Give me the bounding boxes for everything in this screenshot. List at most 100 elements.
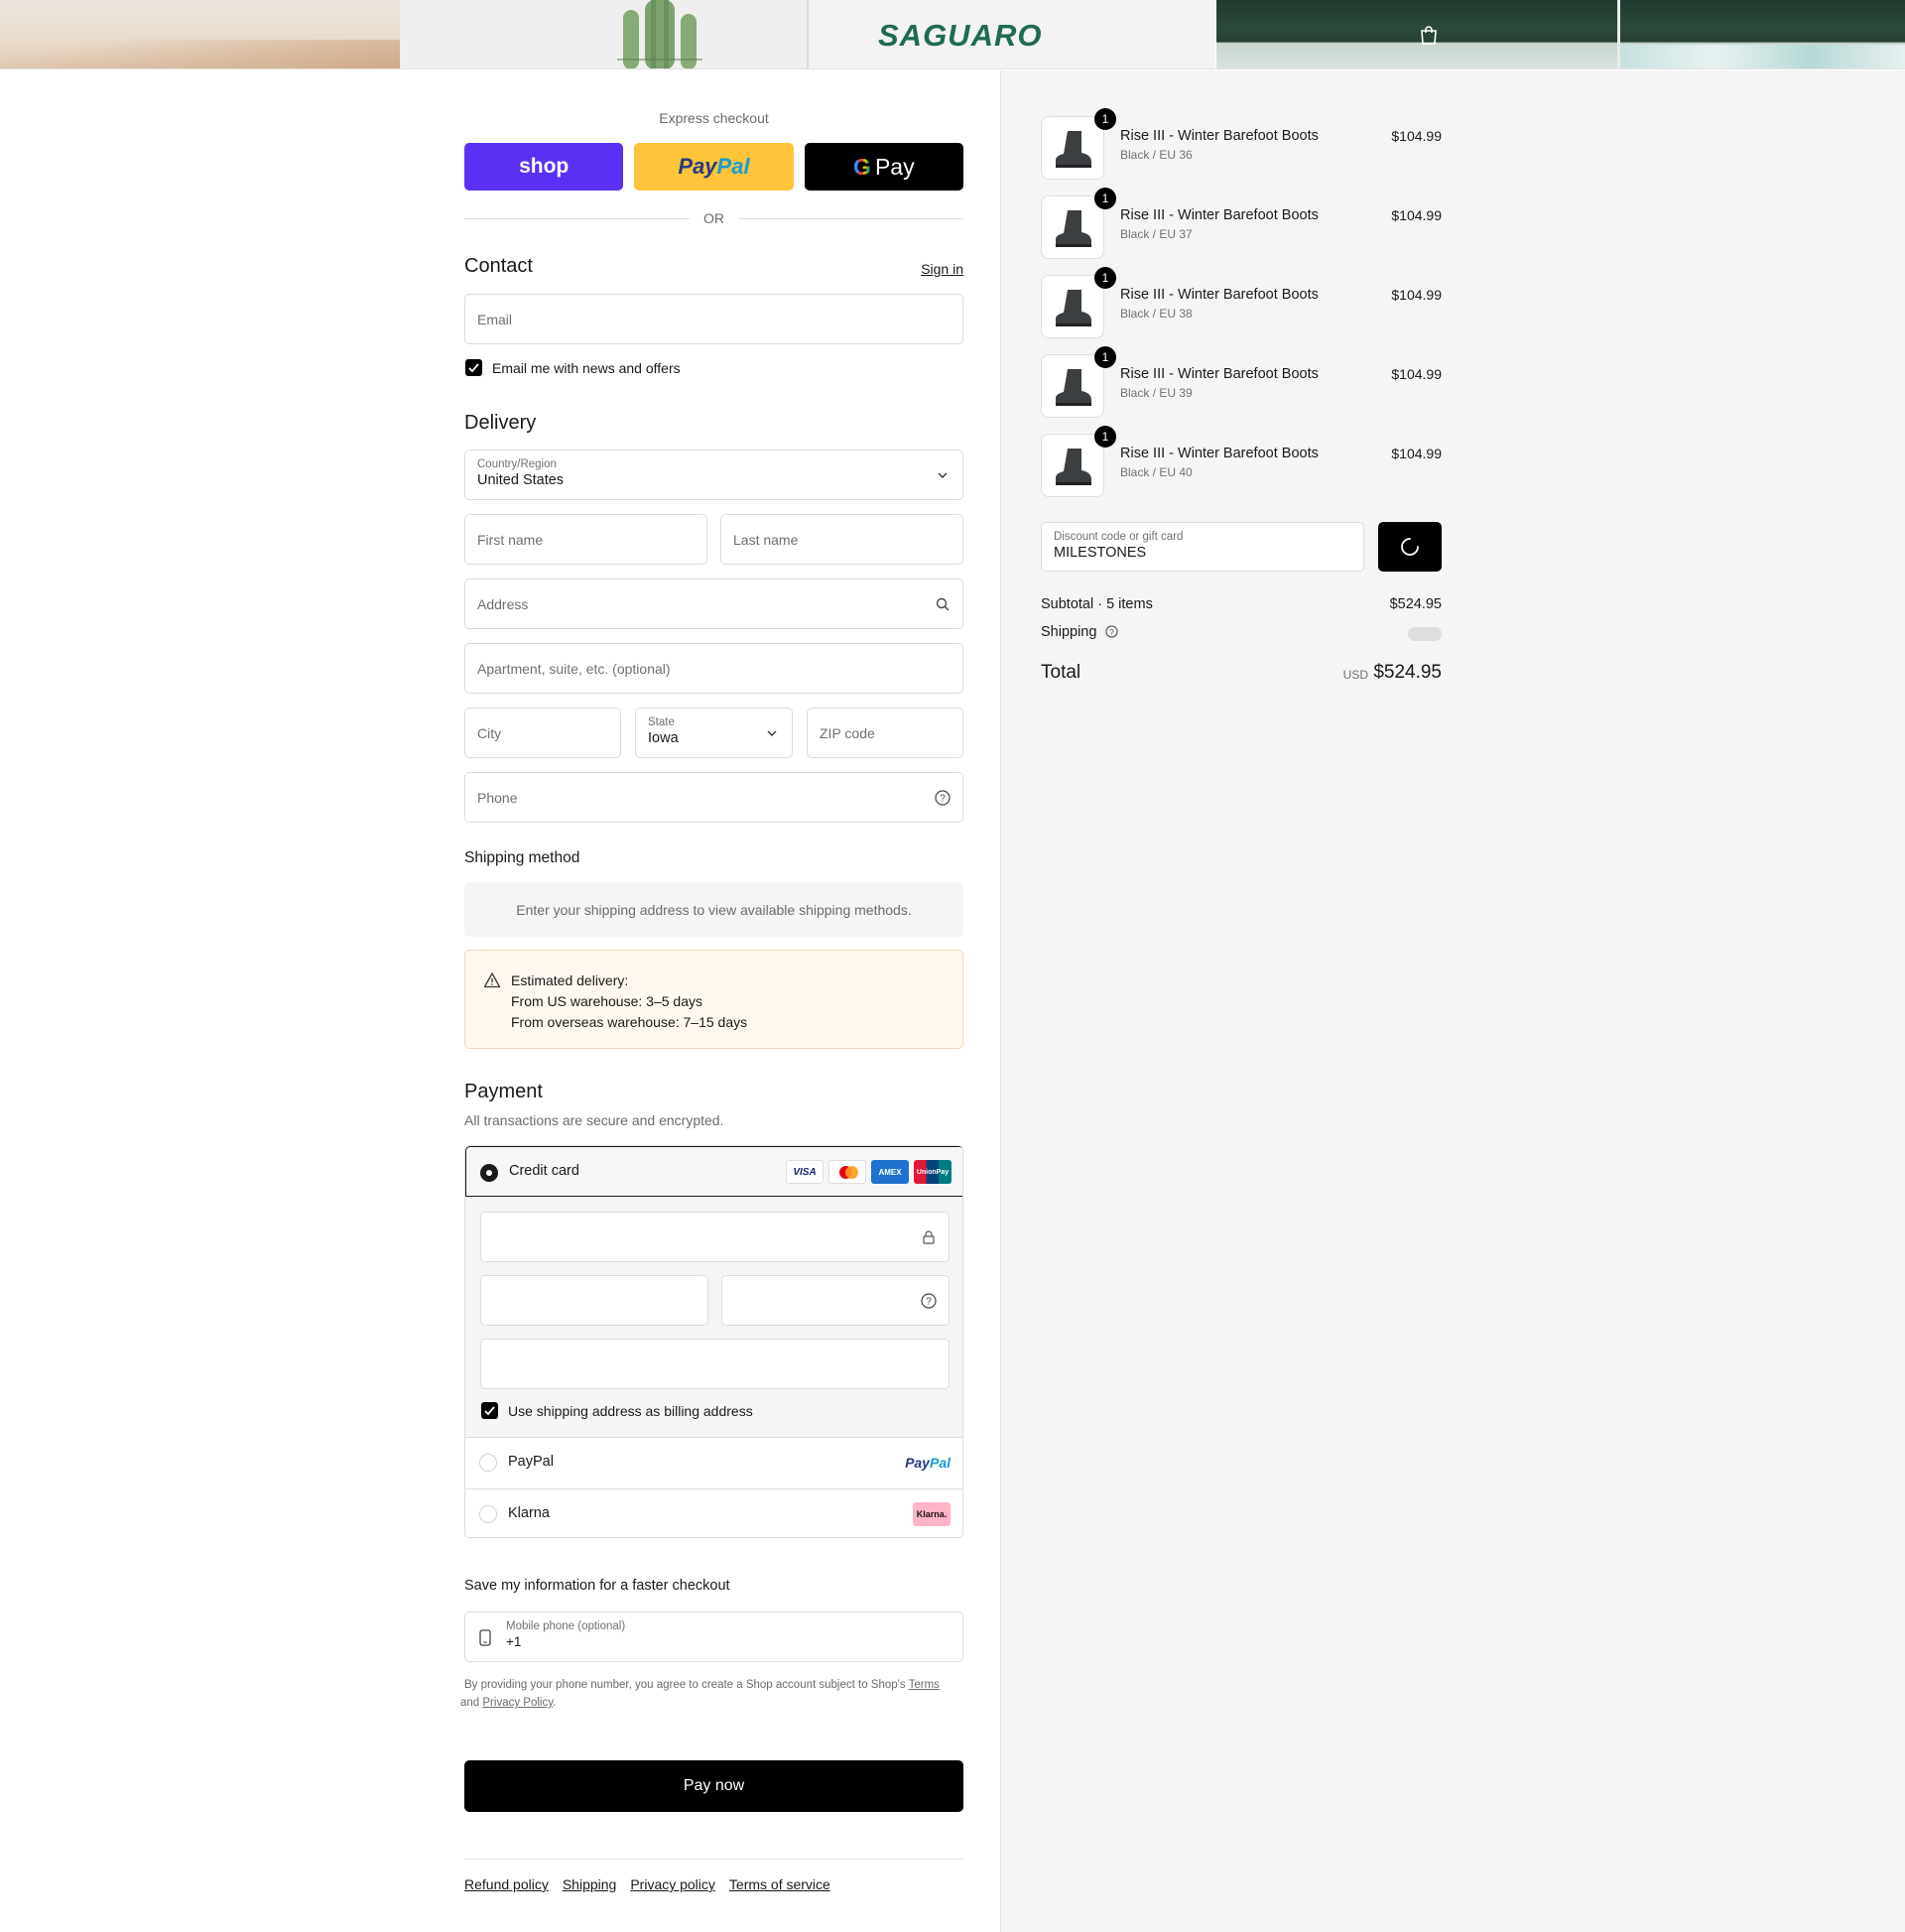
billing-address-checkbox[interactable] bbox=[481, 1402, 498, 1419]
terms-link[interactable]: Terms bbox=[909, 1679, 940, 1691]
item-price: $104.99 bbox=[1391, 128, 1442, 144]
payment-methods: Credit card VISA AMEX UnionPay ? Use shi… bbox=[464, 1145, 963, 1538]
mobile-phone-label: Mobile phone (optional) bbox=[506, 1620, 626, 1632]
shop-terms-notice: By providing your phone number, you agre… bbox=[460, 1679, 940, 1709]
paypal-label: PayPal bbox=[508, 1454, 554, 1470]
contact-heading: Contact bbox=[464, 255, 533, 277]
credit-card-radio[interactable] bbox=[480, 1164, 498, 1182]
card-number-field[interactable] bbox=[480, 1212, 950, 1262]
svg-text:?: ? bbox=[926, 1296, 932, 1307]
paypal-express-button[interactable]: Pay Pal bbox=[634, 143, 794, 191]
shipping-method-info: Enter your shipping address to view avai… bbox=[464, 882, 963, 937]
or-divider: OR bbox=[464, 209, 963, 227]
credit-card-option[interactable]: Credit card VISA AMEX UnionPay bbox=[465, 1146, 962, 1197]
klarna-radio[interactable] bbox=[479, 1505, 497, 1523]
news-checkbox[interactable] bbox=[465, 359, 482, 376]
zip-code-field[interactable]: ZIP code bbox=[807, 708, 963, 758]
pay-now-button[interactable]: Pay now bbox=[464, 1760, 963, 1812]
banner-image-sand bbox=[0, 0, 400, 68]
privacy-policy-footer-link[interactable]: Privacy policy bbox=[630, 1876, 715, 1892]
payment-heading: Payment bbox=[464, 1081, 543, 1102]
country-label: Country/Region bbox=[477, 458, 557, 470]
name-on-card-field[interactable] bbox=[480, 1339, 950, 1389]
delivery-heading: Delivery bbox=[464, 412, 537, 434]
phone-placeholder: Phone bbox=[477, 789, 518, 806]
paypal-option[interactable]: PayPal PayPal bbox=[465, 1438, 962, 1488]
last-name-field[interactable]: Last name bbox=[720, 514, 963, 565]
notice-line-2: From US warehouse: 3–5 days bbox=[511, 993, 702, 1009]
apply-discount-button[interactable] bbox=[1378, 522, 1442, 572]
item-price: $104.99 bbox=[1391, 446, 1442, 461]
credit-card-label: Credit card bbox=[509, 1163, 579, 1179]
paypal-radio[interactable] bbox=[479, 1454, 497, 1472]
klarna-option[interactable]: Klarna Klarna. bbox=[465, 1488, 962, 1537]
privacy-policy-link[interactable]: Privacy Policy bbox=[482, 1697, 553, 1709]
email-field[interactable]: Email bbox=[464, 294, 963, 344]
help-icon[interactable]: ? bbox=[935, 789, 951, 806]
card-brand-logos: VISA AMEX UnionPay bbox=[786, 1160, 952, 1184]
phone-field[interactable]: Phone ? bbox=[464, 772, 963, 823]
expiration-date-field[interactable] bbox=[480, 1275, 708, 1326]
loading-spinner-icon bbox=[1401, 538, 1419, 556]
discount-value: MILESTONES bbox=[1054, 545, 1147, 561]
shipping-row: Shipping ? bbox=[1041, 624, 1442, 641]
terms-of-service-link[interactable]: Terms of service bbox=[729, 1876, 830, 1892]
security-code-field[interactable]: ? bbox=[721, 1275, 950, 1326]
billing-address-label: Use shipping address as billing address bbox=[508, 1403, 753, 1419]
delivery-estimate-notice: Estimated delivery: From US warehouse: 3… bbox=[464, 950, 963, 1049]
footer-divider bbox=[464, 1859, 963, 1860]
apartment-field[interactable]: Apartment, suite, etc. (optional) bbox=[464, 643, 963, 694]
address-field[interactable]: Address bbox=[464, 579, 963, 629]
last-name-placeholder: Last name bbox=[733, 531, 799, 548]
order-item: 1 Rise III - Winter Barefoot Boots Black… bbox=[1041, 188, 1442, 259]
product-thumbnail bbox=[1041, 354, 1104, 418]
item-name: Rise III - Winter Barefoot Boots bbox=[1120, 446, 1319, 461]
discount-label: Discount code or gift card bbox=[1054, 531, 1184, 543]
google-pay-label: Pay bbox=[874, 153, 915, 180]
unionpay-icon: UnionPay bbox=[914, 1160, 952, 1184]
mobile-phone-value: +1 bbox=[506, 1634, 522, 1649]
shop-pay-button[interactable]: shop bbox=[464, 143, 624, 191]
quantity-badge: 1 bbox=[1094, 108, 1116, 130]
boot-image bbox=[1056, 290, 1091, 326]
express-checkout-buttons: shop Pay Pal G Pay bbox=[464, 143, 963, 191]
klarna-label: Klarna bbox=[508, 1505, 550, 1521]
paypal-express-label: Pay bbox=[678, 154, 717, 179]
paypal-logo: PayPal bbox=[905, 1455, 951, 1471]
product-thumbnail bbox=[1041, 275, 1104, 338]
apartment-placeholder: Apartment, suite, etc. (optional) bbox=[477, 660, 671, 677]
first-name-field[interactable]: First name bbox=[464, 514, 707, 565]
refund-policy-link[interactable]: Refund policy bbox=[464, 1876, 549, 1892]
help-icon[interactable]: ? bbox=[921, 1292, 937, 1309]
country-value: United States bbox=[477, 472, 565, 488]
currency-code: USD bbox=[1342, 668, 1368, 682]
saguaro-logo[interactable]: SAGUARO bbox=[878, 18, 1042, 54]
mobile-phone-field[interactable]: Mobile phone (optional) +1 bbox=[464, 1611, 963, 1662]
shipping-policy-link[interactable]: Shipping bbox=[563, 1876, 617, 1892]
shopping-bag-icon[interactable] bbox=[1419, 24, 1439, 46]
quantity-badge: 1 bbox=[1094, 346, 1116, 368]
item-name: Rise III - Winter Barefoot Boots bbox=[1120, 287, 1319, 303]
address-placeholder: Address bbox=[477, 595, 529, 612]
klarna-logo: Klarna. bbox=[913, 1502, 951, 1526]
state-select[interactable]: State Iowa bbox=[635, 708, 793, 758]
boot-image bbox=[1056, 131, 1091, 168]
total-value: $524.95 bbox=[1373, 662, 1442, 683]
subtotal-value: $524.95 bbox=[1389, 596, 1442, 612]
help-icon[interactable]: ? bbox=[1105, 625, 1119, 638]
product-thumbnail bbox=[1041, 195, 1104, 259]
google-pay-button[interactable]: G Pay bbox=[804, 143, 963, 191]
country-select[interactable]: Country/Region United States bbox=[464, 450, 963, 500]
item-price: $104.99 bbox=[1391, 287, 1442, 303]
order-item: 1 Rise III - Winter Barefoot Boots Black… bbox=[1041, 426, 1442, 497]
zip-placeholder: ZIP code bbox=[820, 724, 875, 741]
item-price: $104.99 bbox=[1391, 366, 1442, 382]
sign-in-link[interactable]: Sign in bbox=[921, 261, 963, 277]
city-field[interactable]: City bbox=[464, 708, 621, 758]
discount-code-input[interactable]: Discount code or gift card MILESTONES bbox=[1041, 522, 1364, 572]
shipping-label: Shipping bbox=[1041, 624, 1097, 640]
warning-icon bbox=[483, 972, 501, 988]
boot-image bbox=[1056, 449, 1091, 485]
city-placeholder: City bbox=[477, 724, 502, 741]
visa-icon: VISA bbox=[786, 1160, 824, 1184]
